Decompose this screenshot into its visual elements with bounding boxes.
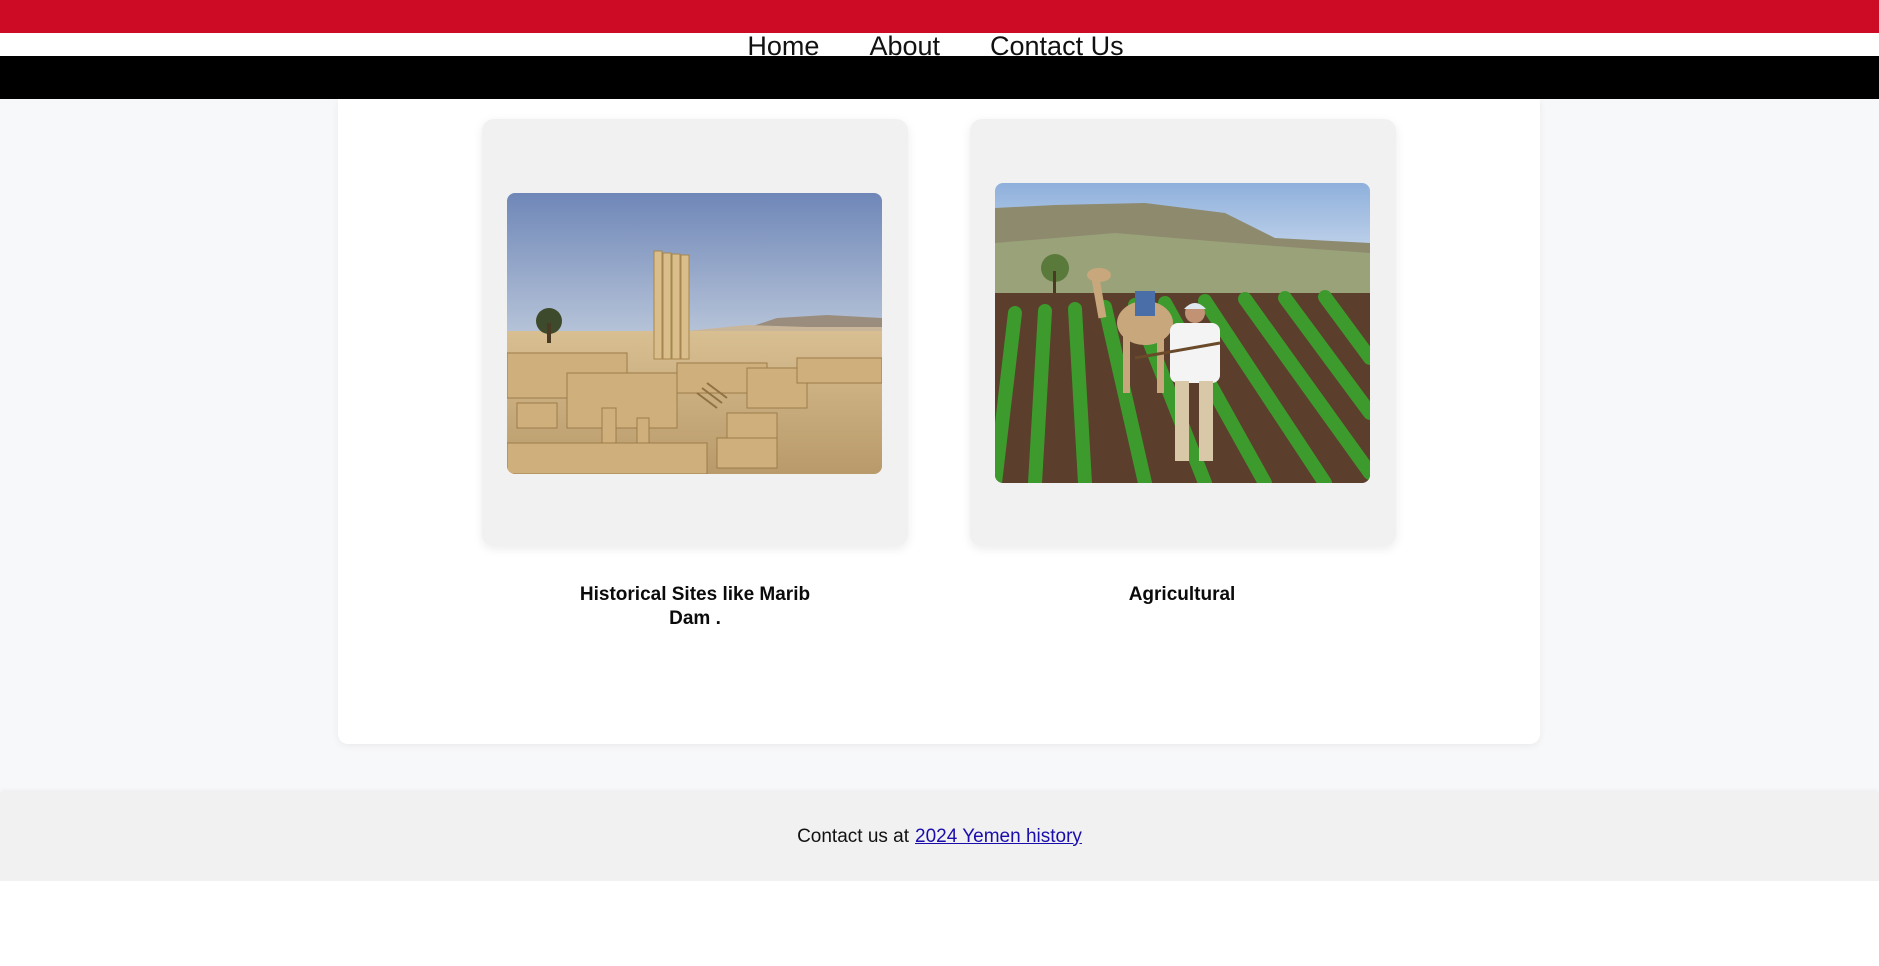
footer-text: Contact us at xyxy=(797,825,910,847)
agricultural-image xyxy=(995,183,1370,483)
historical-site-image xyxy=(507,193,882,474)
nav-about-link[interactable]: About xyxy=(869,31,940,62)
nav-home-link[interactable]: Home xyxy=(747,31,819,62)
nav-contact-link[interactable]: Contact Us xyxy=(990,31,1124,62)
card-caption-historical: Historical Sites like Marib Dam . xyxy=(579,584,811,629)
footer: Contact us at 2024 Yemen history xyxy=(0,792,1879,881)
footer-link[interactable]: 2024 Yemen history xyxy=(915,826,1082,848)
card-caption-agricultural: Agricultural xyxy=(1128,584,1236,605)
main-nav: Home About Contact Us xyxy=(0,26,1879,66)
